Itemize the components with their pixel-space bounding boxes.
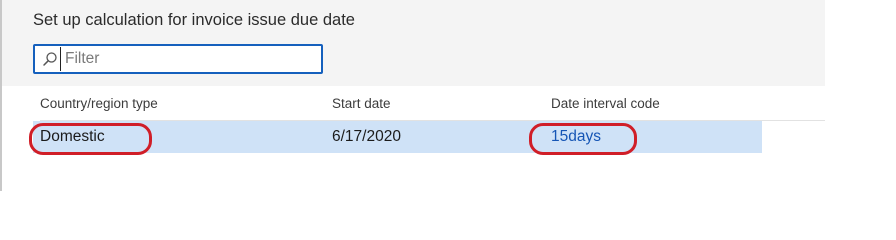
filter-field[interactable] xyxy=(33,44,323,74)
highlight-callout-date-interval-code xyxy=(529,123,637,155)
cell-start-date[interactable]: 6/17/2020 xyxy=(332,128,401,146)
column-header-date-interval-code[interactable]: Date interval code xyxy=(551,96,660,111)
filter-input[interactable] xyxy=(60,47,295,71)
column-header-start-date[interactable]: Start date xyxy=(332,96,391,111)
dialog-window: Set up calculation for invoice issue due… xyxy=(0,0,896,205)
search-icon xyxy=(40,49,60,69)
dialog-panel: Set up calculation for invoice issue due… xyxy=(2,0,825,191)
dialog-title: Set up calculation for invoice issue due… xyxy=(33,11,355,29)
highlight-callout-country-region-type xyxy=(29,123,152,155)
dialog-header: Set up calculation for invoice issue due… xyxy=(2,0,825,86)
column-header-country-region-type[interactable]: Country/region type xyxy=(40,96,158,111)
grid-header: Country/region type Start date Date inte… xyxy=(40,86,825,121)
